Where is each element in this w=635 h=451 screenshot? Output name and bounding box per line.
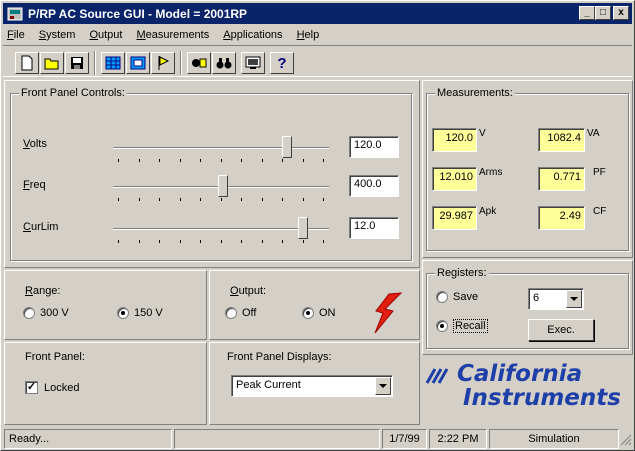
output-on-dot[interactable] [302, 307, 314, 319]
range-150v-label: 150 V [134, 307, 163, 319]
locked-label: Locked [44, 381, 80, 394]
registers-recall-dot[interactable] [436, 320, 448, 332]
volts-slider-ticks [118, 159, 324, 163]
tape-icon[interactable] [187, 52, 211, 74]
curlim-label: CurLim [23, 221, 59, 233]
binoculars-icon[interactable] [212, 52, 236, 74]
freq-label: Freq [23, 179, 46, 191]
volts-label: Volts [23, 138, 47, 150]
va-unit: VA [587, 128, 600, 139]
grid-icon[interactable] [101, 52, 125, 74]
registers-title: Registers: [435, 267, 489, 279]
freq-slider-ticks [118, 198, 324, 202]
registers-recall-label: Recall [453, 319, 488, 333]
menu-measurements[interactable]: Measurements [136, 29, 209, 41]
apk-unit: Apk [479, 206, 497, 217]
window-icon[interactable] [126, 52, 150, 74]
curlim-slider-track[interactable] [113, 228, 329, 230]
menu-bar: File System Output Measurements Applicat… [3, 25, 632, 44]
monitor-icon[interactable] [241, 52, 265, 74]
toolbar: ? [3, 45, 632, 77]
app-icon [7, 7, 23, 21]
register-number-value: 6 [533, 292, 540, 304]
title-bar[interactable]: P/RP AC Source GUI - Model = 2001RP _ □ … [3, 3, 632, 24]
main-window: P/RP AC Source GUI - Model = 2001RP _ □ … [0, 0, 635, 451]
menu-output[interactable]: Output [89, 29, 122, 41]
volts-slider-thumb[interactable] [282, 136, 292, 158]
maximize-button[interactable]: □ [595, 6, 611, 20]
registers-recall-radio[interactable]: Recall [436, 319, 488, 333]
open-folder-icon[interactable] [40, 52, 64, 74]
logo-line2: Instruments [463, 385, 621, 411]
pf-unit: PF [593, 167, 606, 178]
save-disk-icon[interactable] [65, 52, 89, 74]
status-empty [174, 429, 380, 449]
output-off-radio[interactable]: Off [225, 307, 256, 319]
new-file-icon[interactable] [15, 52, 39, 74]
voltage-reading: 120.0 [432, 128, 477, 152]
logo-line1: California [457, 361, 583, 387]
status-mode: Simulation [489, 429, 619, 449]
arms-unit: Arms [479, 167, 503, 178]
range-150v-dot[interactable] [117, 307, 129, 319]
front-panel-lock-title: Front Panel: [25, 351, 85, 363]
chevron-down-icon[interactable] [375, 377, 391, 395]
chevron-down-icon[interactable] [566, 290, 582, 308]
menu-applications[interactable]: Applications [223, 29, 282, 41]
status-time: 2:22 PM [429, 429, 487, 449]
apk-reading: 29.987 [432, 206, 477, 230]
close-button[interactable]: x [613, 6, 629, 20]
resize-grip-icon[interactable] [620, 434, 632, 446]
range-300v-dot[interactable] [23, 307, 35, 319]
flag-icon[interactable] [151, 52, 175, 74]
output-on-label: ON [319, 307, 336, 319]
output-title: Output: [230, 285, 267, 297]
registers-save-label: Save [453, 291, 479, 303]
window-title: P/RP AC Source GUI - Model = 2001RP [28, 6, 248, 21]
range-300v-radio[interactable]: 300 V [23, 307, 69, 319]
curlim-slider-ticks [118, 240, 324, 244]
freq-field[interactable]: 400.0 [349, 175, 399, 197]
volts-slider-track[interactable] [113, 147, 329, 149]
help-icon[interactable]: ? [270, 52, 294, 74]
locked-checkbox-box[interactable]: ✓ [25, 381, 38, 394]
front-panel-display-select[interactable]: Peak Current [231, 375, 393, 397]
exec-button[interactable]: Exec. [528, 319, 594, 341]
output-off-dot[interactable] [225, 307, 237, 319]
registers-save-dot[interactable] [436, 291, 448, 303]
front-panel-displays-title: Front Panel Displays: [227, 351, 332, 363]
minimize-button[interactable]: _ [579, 6, 595, 20]
range-300v-label: 300 V [40, 307, 69, 319]
curlim-field[interactable]: 12.0 [349, 217, 399, 239]
pf-reading: 0.771 [538, 167, 585, 191]
front-panel-display-value: Peak Current [236, 379, 301, 391]
logo-mark-icon [425, 368, 449, 384]
registers-save-radio[interactable]: Save [436, 291, 478, 303]
front-panel-controls-title: Front Panel Controls: [19, 87, 127, 99]
output-on-radio[interactable]: ON [302, 307, 336, 319]
freq-slider-thumb[interactable] [218, 175, 228, 197]
va-reading: 1082.4 [538, 128, 585, 152]
curlim-slider-thumb[interactable] [298, 217, 308, 239]
cf-reading: 2.49 [538, 206, 585, 230]
arms-reading: 12.010 [432, 167, 477, 191]
range-150v-radio[interactable]: 150 V [117, 307, 163, 319]
range-panel [4, 270, 207, 340]
lightning-bolt-icon [374, 292, 403, 334]
output-off-label: Off [242, 307, 257, 319]
status-text: Ready... [4, 429, 172, 449]
menu-system[interactable]: System [39, 29, 76, 41]
menu-file[interactable]: File [7, 29, 25, 41]
menu-help[interactable]: Help [297, 29, 320, 41]
cf-unit: CF [593, 206, 607, 217]
locked-checkbox[interactable]: ✓ Locked [25, 381, 79, 394]
range-title: Range: [25, 285, 61, 297]
register-number-select[interactable]: 6 [528, 288, 584, 310]
voltage-unit: V [479, 128, 486, 139]
measurements-title: Measurements: [435, 87, 515, 99]
status-date: 1/7/99 [382, 429, 427, 449]
california-instruments-logo: California Instruments [425, 361, 630, 419]
volts-field[interactable]: 120.0 [349, 136, 399, 158]
